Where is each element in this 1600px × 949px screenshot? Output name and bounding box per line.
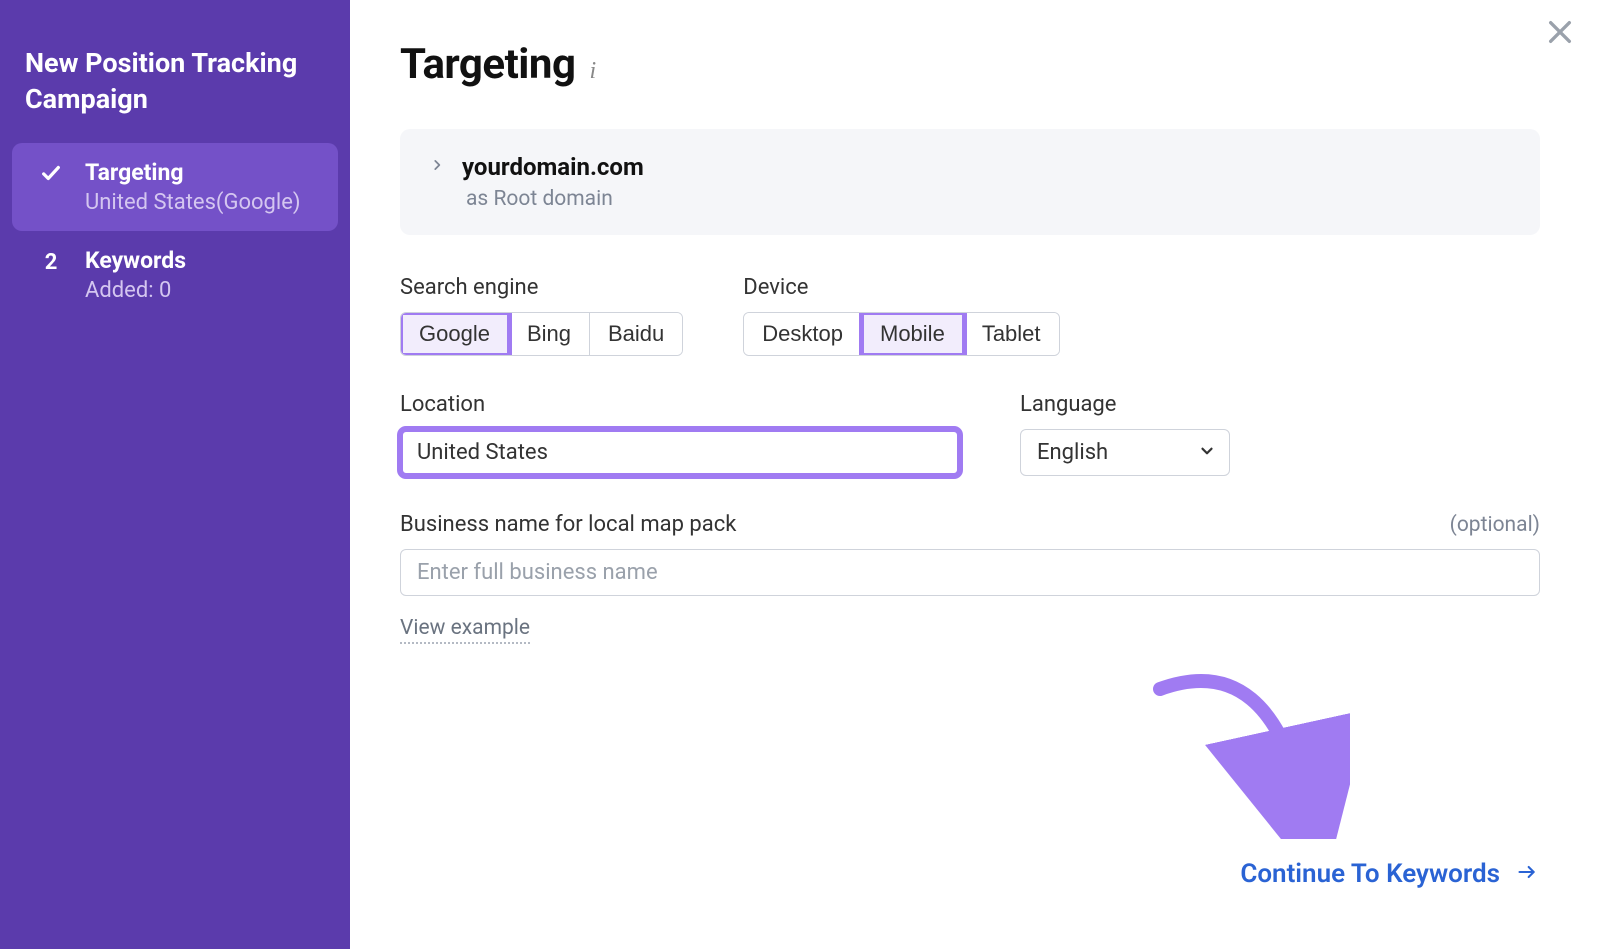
location-input[interactable] [400, 429, 960, 476]
device-option-mobile[interactable]: Mobile [862, 313, 964, 355]
sidebar-title: New Position Tracking Campaign [0, 30, 350, 143]
search-engine-label: Search engine [400, 275, 683, 300]
optional-label: (optional) [1450, 513, 1540, 537]
arrow-right-icon [1514, 859, 1540, 889]
sidebar-item-sub: Added: 0 [85, 278, 186, 303]
search-engine-option-bing[interactable]: Bing [509, 313, 590, 355]
business-input[interactable] [400, 549, 1540, 596]
view-example-link[interactable]: View example [400, 616, 530, 644]
check-icon [40, 162, 62, 188]
language-select[interactable]: English [1020, 429, 1230, 476]
close-button[interactable] [1538, 10, 1582, 54]
language-label: Language [1020, 392, 1230, 417]
sidebar-item-sub: United States(Google) [85, 190, 301, 215]
search-engine-group: Google Bing Baidu [400, 312, 683, 356]
domain-name: yourdomain.com [462, 153, 644, 181]
continue-button[interactable]: Continue To Keywords [1240, 859, 1540, 889]
device-option-desktop[interactable]: Desktop [744, 313, 862, 355]
sidebar: New Position Tracking Campaign Targeting… [0, 0, 350, 949]
language-value: English [1020, 429, 1230, 476]
sidebar-item-label: Keywords [85, 247, 186, 274]
sidebar-item-keywords[interactable]: 2 Keywords Added: 0 [12, 231, 338, 319]
annotation-arrow-icon [1130, 659, 1350, 839]
location-label: Location [400, 392, 960, 417]
main-panel: Targeting i yourdomain.com as Root domai… [350, 0, 1600, 949]
info-icon[interactable]: i [589, 58, 596, 85]
domain-summary[interactable]: yourdomain.com as Root domain [400, 129, 1540, 235]
sidebar-item-targeting[interactable]: Targeting United States(Google) [12, 143, 338, 231]
device-label: Device [743, 275, 1059, 300]
sidebar-item-label: Targeting [85, 159, 301, 186]
device-group: Desktop Mobile Tablet [743, 312, 1059, 356]
chevron-right-icon [430, 156, 444, 178]
page-title: Targeting [400, 40, 575, 89]
continue-label: Continue To Keywords [1240, 859, 1500, 889]
search-engine-option-google[interactable]: Google [401, 313, 509, 355]
device-option-tablet[interactable]: Tablet [964, 313, 1059, 355]
domain-type: as Root domain [466, 187, 1510, 211]
step-number: 2 [45, 250, 58, 275]
search-engine-option-baidu[interactable]: Baidu [590, 313, 682, 355]
business-label: Business name for local map pack [400, 512, 736, 537]
